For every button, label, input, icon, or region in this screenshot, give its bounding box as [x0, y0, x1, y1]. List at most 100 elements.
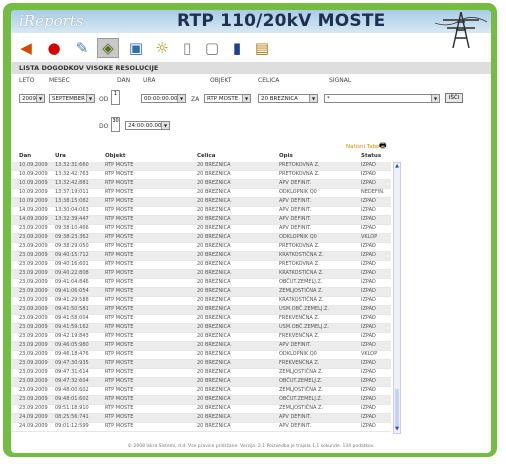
scheme-icon[interactable]: ◈: [97, 38, 119, 58]
cell-dan: 23.09.2009: [19, 306, 48, 312]
label-od: OD: [99, 96, 109, 103]
toolbar: ◀ ● ✎ ◈ ▣ ☼ ▯ ▢ ▮ ▤: [11, 35, 491, 61]
document-icon[interactable]: ▢: [201, 38, 223, 58]
arrow-left-icon[interactable]: ◀: [15, 38, 37, 58]
cell-ura: 09:38:10:466: [55, 225, 89, 231]
table-row: 23.09.2009 09:41:59:162 RTP MOSTE 20 BREZNI…: [11, 324, 391, 333]
cell-dan: 23.09.2009: [19, 279, 48, 285]
cell-dan: 24.09.2009: [19, 414, 48, 420]
cell-dan: 23.09.2009: [19, 387, 48, 393]
signal-select[interactable]: * ▼: [324, 94, 440, 103]
cell-ura: 09:41:50:581: [55, 306, 89, 312]
table-row: 23.09.2009 09:42:19:843 RTP MOSTE 20 BREZNI…: [11, 333, 391, 342]
month-select[interactable]: SEPTEMBER ▼: [49, 94, 95, 103]
col-header-objekt: Objekt: [105, 153, 126, 159]
celica-select[interactable]: 20 BREZNICA ▼: [258, 94, 318, 103]
col-header-dan: Dan: [19, 153, 32, 159]
cell-dan: 23.09.2009: [19, 351, 48, 357]
cell-opis: OBČUT.ZEMELJ.Z.: [279, 396, 323, 402]
cell-status: IZPAD: [361, 306, 376, 312]
table-row: 23.09.2009 09:41:58:004 RTP MOSTE 20 BREZNI…: [11, 315, 391, 324]
cell-opis: ZEMLJOSTIČNA Z.: [279, 288, 324, 294]
cell-status: IZPAD: [361, 243, 376, 249]
scroll-up-icon[interactable]: ▲: [394, 163, 400, 170]
cell-objekt: RTP MOSTE: [105, 270, 134, 276]
table-row: 23.09.2009 09:41:50:581 RTP MOSTE 20 BREZNI…: [11, 306, 391, 315]
table-row: 23.09.2009 09:47:32:604 RTP MOSTE 20 BREZNI…: [11, 378, 391, 387]
cell-ura: 09:47:31:614: [55, 369, 89, 375]
database-icon[interactable]: ▮: [226, 38, 248, 58]
day-to-value: 30: [112, 118, 119, 124]
cell-opis: APV DEFINIT.: [279, 342, 312, 348]
table-row: 23.09.2009 09:47:31:614 RTP MOSTE 20 BREZNI…: [11, 369, 391, 378]
cell-objekt: RTP MOSTE: [105, 378, 134, 384]
scroll-down-icon[interactable]: ▼: [394, 426, 400, 433]
table-row: 23.09.2009 09:40:22:808 RTP MOSTE 20 BREZNI…: [11, 270, 391, 279]
table-row: 24.09.2009 09:01:12:599 RTP MOSTE 20 BREZNI…: [11, 423, 391, 432]
table-row: 23.09.2009 09:46:18:476 RTP MOSTE 20 BREZNI…: [11, 351, 391, 360]
cell-objekt: RTP MOSTE: [105, 243, 134, 249]
station-title: RTP 110/20kV MOSTE: [177, 11, 386, 31]
cell-celica: 20 BREZNICA: [197, 387, 231, 393]
cabinet-icon[interactable]: ▯: [176, 38, 198, 58]
cell-objekt: RTP MOSTE: [105, 279, 134, 285]
cell-objekt: RTP MOSTE: [105, 315, 134, 321]
lightbulb-icon[interactable]: ☼: [151, 38, 173, 58]
day-to-spinner[interactable]: 30: [111, 117, 120, 132]
cell-objekt: RTP MOSTE: [105, 351, 134, 357]
alarm-icon[interactable]: ●: [43, 38, 65, 58]
table-scrollbar[interactable]: ▲ ▼: [393, 162, 401, 434]
chevron-down-icon: ▼: [177, 95, 185, 102]
cell-status: IZPAD: [361, 171, 376, 177]
day-from-spinner[interactable]: 1: [111, 90, 120, 105]
cell-opis: OBČUT.ZEMELJ.Z.: [279, 378, 323, 384]
search-button[interactable]: IŠČI: [445, 93, 463, 103]
table-row: 14.09.2009 13:32:39:447 RTP MOSTE 20 BREZNI…: [11, 216, 391, 225]
cell-status: IZPAD: [361, 270, 376, 276]
cell-opis: KRATKOSTIČNA Z.: [279, 270, 324, 276]
cell-status: IZPAD: [361, 315, 376, 321]
cell-status: IZPAD: [361, 369, 376, 375]
cell-dan: 14.09.2009: [19, 207, 48, 213]
cell-ura: 13:32:31:660: [55, 162, 89, 168]
cell-celica: 20 BREZNICA: [197, 225, 231, 231]
time-from-select[interactable]: 00:00:00.000 ▼: [141, 94, 186, 103]
cell-opis: APV DEFINIT.: [279, 423, 312, 429]
cell-status: IZPAD: [361, 252, 376, 258]
cell-opis: APV DEFINIT.: [279, 414, 312, 420]
chevron-down-icon: ▼: [242, 95, 250, 102]
cell-celica: 20 BREZNICA: [197, 198, 231, 204]
label-leto: LETO: [19, 77, 35, 84]
cell-ura: 09:47:32:604: [55, 378, 89, 384]
cell-ura: 09:41:59:162: [55, 324, 89, 330]
label-ura: URA: [143, 77, 156, 84]
cell-ura: 13:30:04:063: [55, 207, 89, 213]
month-value: SEPTEMBER: [52, 96, 85, 102]
measurement-icon[interactable]: ✎: [71, 38, 93, 58]
app-window: iReports RTP 110/20kV MOSTE ◀ ● ✎ ◈ ▣ ☼ …: [11, 10, 491, 453]
cell-objekt: RTP MOSTE: [105, 423, 134, 429]
col-header-opis: Opis: [279, 153, 293, 159]
cell-celica: 20 BREZNICA: [197, 216, 231, 222]
scroll-thumb[interactable]: [395, 389, 399, 429]
table-row: 23.09.2009 09:40:16:601 RTP MOSTE 20 BREZNI…: [11, 261, 391, 270]
cell-celica: 20 BREZNICA: [197, 342, 231, 348]
cell-dan: 10.09.2009: [19, 180, 48, 186]
cell-objekt: RTP MOSTE: [105, 261, 134, 267]
events-table: Dan Ura Objekt Celica Opis Status 10.09.…: [11, 152, 491, 442]
cell-celica: 20 BREZNICA: [197, 306, 231, 312]
cell-ura: 08:25:56:741: [55, 414, 89, 420]
cell-ura: 09:47:30:935: [55, 360, 89, 366]
cell-objekt: RTP MOSTE: [105, 405, 134, 411]
display-icon[interactable]: ▣: [125, 38, 147, 58]
table-row: 23.09.2009 09:51:18:910 RTP MOSTE 20 BREZNI…: [11, 405, 391, 414]
col-header-celica: Celica: [197, 153, 216, 159]
footer: © 2008 Iskra Sistemi, d.d. Vse pravice p…: [127, 444, 375, 449]
time-from-value: 00:00:00.000: [144, 96, 181, 102]
objekt-select[interactable]: RTP MOSTE ▼: [204, 94, 251, 103]
year-select[interactable]: 2009 ▼: [19, 94, 45, 103]
time-to-select[interactable]: 24:00:00.000 ▼: [125, 121, 170, 130]
cell-status: IZPAD: [361, 180, 376, 186]
cell-opis: APV DEFINIT.: [279, 207, 312, 213]
report-icon[interactable]: ▤: [251, 38, 273, 58]
